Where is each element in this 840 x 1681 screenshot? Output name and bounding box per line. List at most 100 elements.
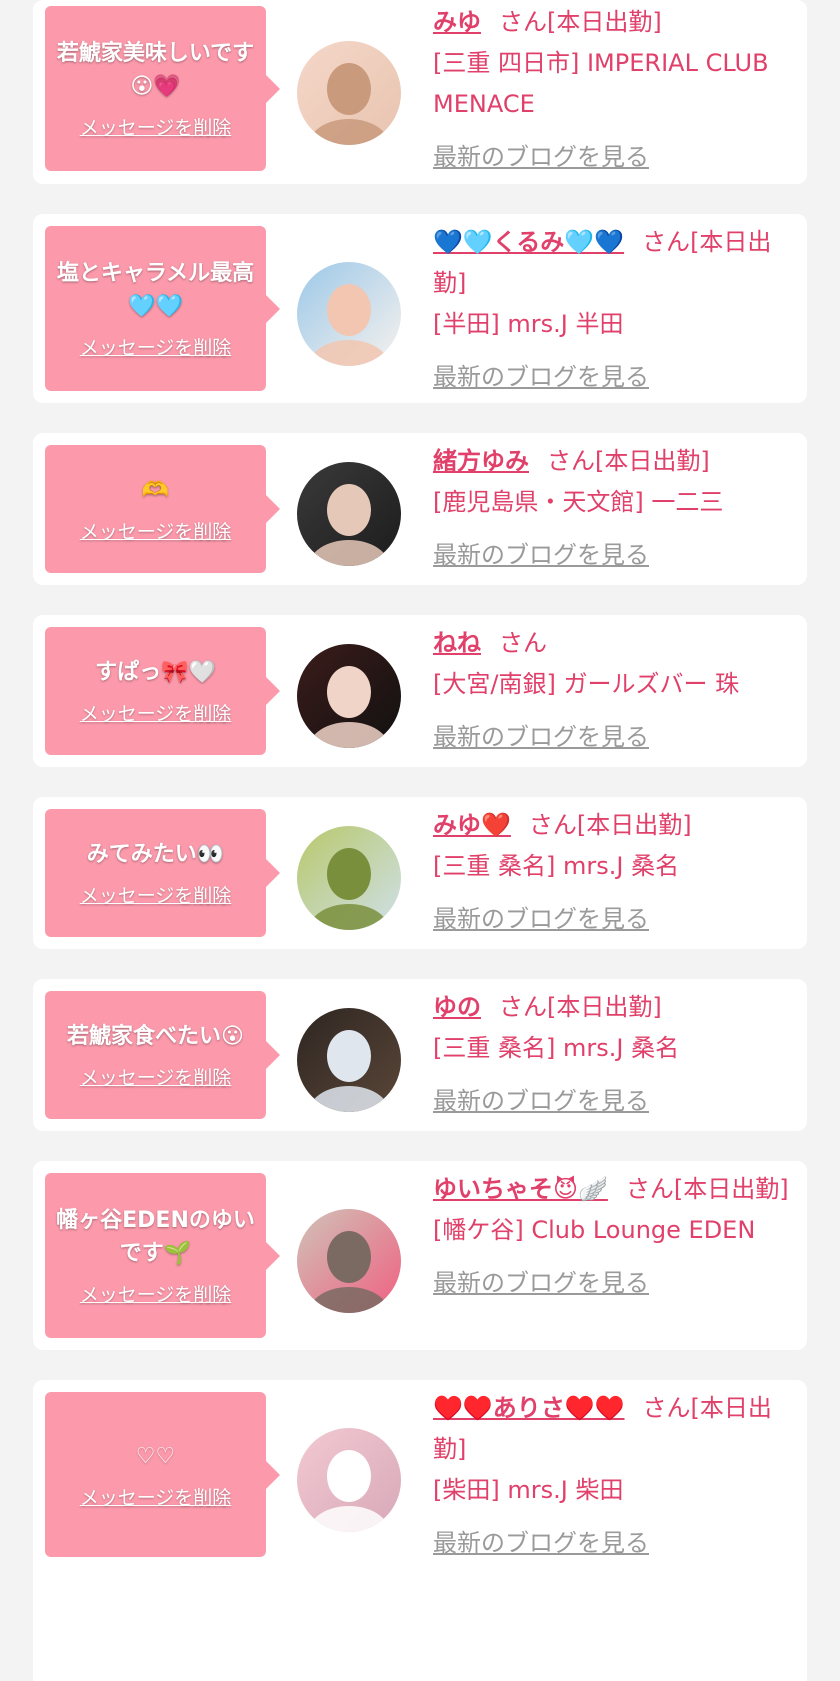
message-card: 塩とキャラメル最高🩵🩵 メッセージを削除 💙🩵くるみ🩵💙 さん[本日出勤] [半…	[33, 214, 807, 403]
cast-info: ゆいちゃそ😈🪽 さん[本日出勤] [幡ケ谷] Club Lounge EDEN 最…	[433, 1169, 795, 1304]
cast-name-link[interactable]: ゆいちゃそ😈🪽	[433, 1175, 608, 1203]
cast-info: 💙🩵くるみ🩵💙 さん[本日出勤] [半田] mrs.J 半田 最新のブログを見る	[433, 222, 795, 398]
san-suffix: さん	[528, 811, 577, 839]
message-text: すぱっ🎀🤍	[95, 660, 216, 685]
san-suffix: さん	[642, 228, 691, 256]
message-bubble: 塩とキャラメル最高🩵🩵 メッセージを削除	[45, 226, 280, 391]
cast-info: ねね さん [大宮/南銀] ガールズバー 珠 最新のブログを見る	[433, 623, 795, 758]
message-card: 若鯱家美味しいです😮💗 メッセージを削除 みゆ さん[本日出勤] [三重 四日市…	[33, 0, 807, 184]
shop-location: [三重 桑名] mrs.J 桑名	[433, 852, 680, 880]
message-text: ♡♡	[135, 1443, 176, 1469]
latest-blog-link[interactable]: 最新のブログを見る	[433, 535, 649, 576]
avatar[interactable]	[297, 644, 401, 748]
latest-blog-link[interactable]: 最新のブログを見る	[433, 717, 649, 758]
message-bubble: 若鯱家食べたい😮 メッセージを削除	[45, 991, 280, 1119]
message-card: すぱっ🎀🤍 メッセージを削除 ねね さん [大宮/南銀] ガールズバー 珠 最新…	[33, 615, 807, 767]
name-line: ゆいちゃそ😈🪽 さん[本日出勤]	[433, 1169, 795, 1210]
cast-name-link[interactable]: みゆ❤️	[433, 811, 511, 839]
delete-message-link[interactable]: メッセージを削除	[80, 333, 232, 360]
work-status: [本日出勤]	[576, 811, 692, 839]
san-suffix: さん	[547, 447, 595, 475]
message-text: みてみたい👀	[86, 842, 225, 867]
latest-blog-link[interactable]: 最新のブログを見る	[433, 899, 649, 940]
name-line: ねね さん	[433, 623, 795, 664]
latest-blog-link[interactable]: 最新のブログを見る	[433, 1263, 649, 1304]
delete-message-link[interactable]: メッセージを削除	[80, 517, 232, 544]
message-text: 塩とキャラメル最高🩵🩵	[56, 261, 255, 319]
work-status: [本日出勤]	[547, 993, 662, 1021]
message-text: 幡ヶ谷EDENのゆいです🌱	[56, 1208, 255, 1266]
cast-info: みゆ さん[本日出勤] [三重 四日市] IMPERIAL CLUB MENACE…	[433, 2, 795, 178]
profile-photo-icon	[297, 41, 401, 145]
avatar[interactable]	[297, 1209, 401, 1313]
shop-location: [半田] mrs.J 半田	[433, 310, 624, 338]
san-suffix: さん	[499, 993, 547, 1021]
message-bubble: みてみたい👀 メッセージを削除	[45, 809, 280, 937]
shop-location: [柴田] mrs.J 柴田	[433, 1476, 624, 1504]
message-bubble: ♡♡ メッセージを削除	[45, 1392, 280, 1557]
cast-info: ゆの さん[本日出勤] [三重 桑名] mrs.J 桑名 最新のブログを見る	[433, 987, 795, 1122]
san-suffix: さん	[499, 8, 547, 36]
work-status: [本日出勤]	[547, 8, 662, 36]
delete-message-link[interactable]: メッセージを削除	[80, 113, 232, 140]
work-status: [本日出勤]	[595, 447, 710, 475]
profile-photo-icon	[297, 826, 401, 930]
shop-location: [三重 四日市] IMPERIAL CLUB MENACE	[433, 49, 769, 118]
profile-photo-icon	[297, 644, 401, 748]
avatar[interactable]	[297, 41, 401, 145]
message-text: 若鯱家食べたい😮	[67, 1024, 244, 1049]
name-line: 💙🩵くるみ🩵💙 さん[本日出勤]	[433, 222, 795, 304]
cast-name-link[interactable]: 💙🩵くるみ🩵💙	[433, 228, 624, 256]
cast-name-link[interactable]: ねね	[433, 629, 481, 657]
name-line: ゆの さん[本日出勤]	[433, 987, 795, 1028]
profile-photo-icon	[297, 1008, 401, 1112]
avatar[interactable]	[297, 1008, 401, 1112]
profile-photo-icon	[297, 1428, 401, 1532]
avatar[interactable]	[297, 262, 401, 366]
profile-photo-icon	[297, 262, 401, 366]
delete-message-link[interactable]: メッセージを削除	[80, 1483, 232, 1510]
message-card: みてみたい👀 メッセージを削除 みゆ❤️ さん[本日出勤] [三重 桑名] mr…	[33, 797, 807, 949]
message-text: 🫶	[141, 478, 170, 503]
message-card: 🫶 メッセージを削除 緒方ゆみさん[本日出勤] [鹿児島県・天文館] 一二三	[33, 433, 807, 585]
cast-name-link[interactable]: みゆ	[433, 8, 481, 36]
delete-message-link[interactable]: メッセージを削除	[80, 881, 232, 908]
message-card: 幡ヶ谷EDENのゆいです🌱 メッセージを削除 ゆいちゃそ😈🪽 さん[本日出勤]	[33, 1161, 807, 1350]
latest-blog-link[interactable]: 最新のブログを見る	[433, 1081, 649, 1122]
cast-name-link[interactable]: ♥️♥️ありさ♥️♥️	[433, 1394, 625, 1422]
cast-name-link[interactable]: ゆの	[433, 993, 481, 1021]
work-status: [本日出勤]	[673, 1175, 789, 1203]
latest-blog-link[interactable]: 最新のブログを見る	[433, 1523, 649, 1564]
name-line: ♥️♥️ありさ♥️♥️ さん[本日出勤]	[433, 1388, 795, 1470]
delete-message-link[interactable]: メッセージを削除	[80, 699, 232, 726]
name-line: 緒方ゆみ さん[本日出勤]	[433, 441, 795, 482]
avatar[interactable]	[297, 462, 401, 566]
message-card: 若鯱家食べたい😮 メッセージを削除 ゆの さん[本日出勤] [三重 桑名] mr…	[33, 979, 807, 1131]
name-line: みゆ さん[本日出勤]	[433, 2, 795, 43]
message-bubble: 🫶 メッセージを削除	[45, 445, 280, 573]
avatar[interactable]	[297, 1428, 401, 1532]
latest-blog-link[interactable]: 最新のブログを見る	[433, 357, 649, 398]
latest-blog-link[interactable]: 最新のブログを見る	[433, 137, 649, 178]
shop-location: [鹿児島県・天文館] 一二三	[433, 488, 724, 516]
message-bubble: 幡ヶ谷EDENのゆいです🌱 メッセージを削除	[45, 1173, 280, 1338]
shop-location: [幡ケ谷] Club Lounge EDEN	[433, 1216, 756, 1244]
avatar[interactable]	[297, 826, 401, 930]
cast-name-link[interactable]: 緒方ゆみ	[433, 447, 529, 475]
message-card: ♡♡ メッセージを削除 ♥️♥️ありさ♥️♥️さん[本日出勤] [柴田] mr	[33, 1380, 807, 1681]
profile-photo-icon	[297, 1209, 401, 1313]
profile-photo-icon	[297, 462, 401, 566]
delete-message-link[interactable]: メッセージを削除	[80, 1280, 232, 1307]
san-suffix: さん	[625, 1175, 674, 1203]
cast-info: 緒方ゆみ さん[本日出勤] [鹿児島県・天文館] 一二三 最新のブログを見る	[433, 441, 795, 576]
delete-message-link[interactable]: メッセージを削除	[80, 1063, 232, 1090]
cast-info: ♥️♥️ありさ♥️♥️ さん[本日出勤] [柴田] mrs.J 柴田 最新のブログ…	[433, 1388, 795, 1564]
message-text: 若鯱家美味しいです😮💗	[56, 41, 255, 99]
message-bubble: すぱっ🎀🤍 メッセージを削除	[45, 627, 280, 755]
message-bubble: 若鯱家美味しいです😮💗 メッセージを削除	[45, 6, 280, 171]
san-suffix: さん	[499, 629, 547, 657]
san-suffix: さん	[642, 1394, 691, 1422]
shop-location: [三重 桑名] mrs.J 桑名	[433, 1034, 680, 1062]
name-line: みゆ❤️ さん[本日出勤]	[433, 805, 795, 846]
shop-location: [大宮/南銀] ガールズバー 珠	[433, 670, 740, 698]
